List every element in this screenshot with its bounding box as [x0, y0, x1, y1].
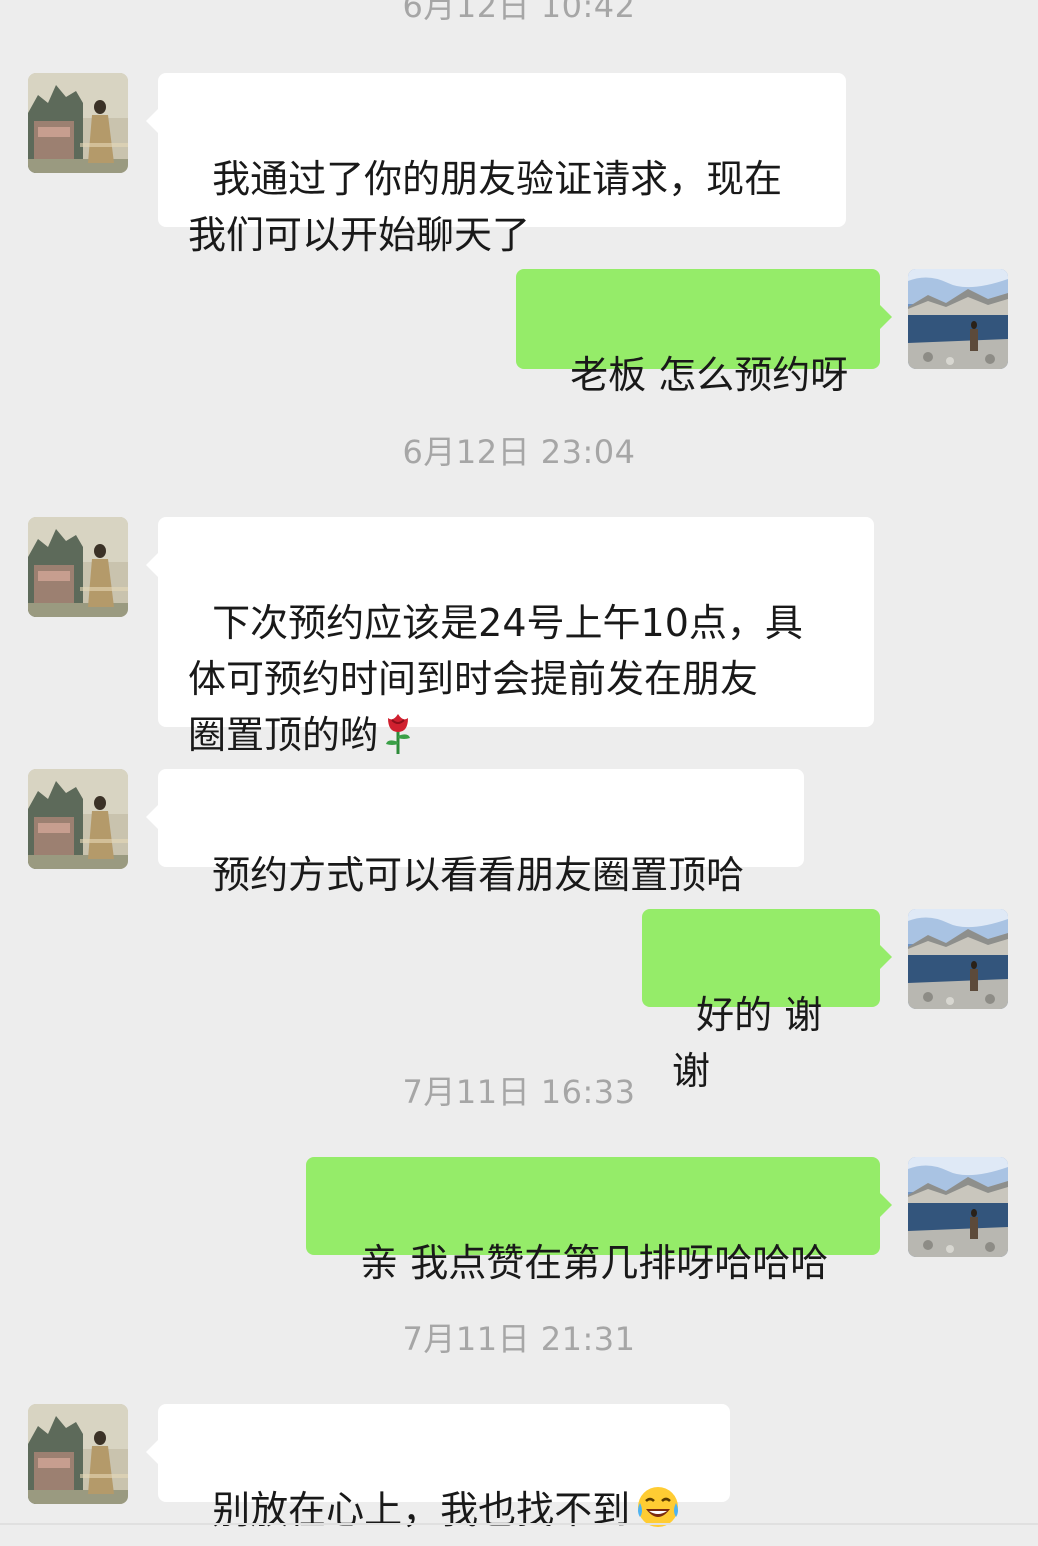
outgoing-message-bubble[interactable]: 亲 我点赞在第几排呀哈哈哈: [306, 1157, 892, 1285]
incoming-message-bubble[interactable]: 别放在心上，我也找不到: [146, 1404, 730, 1532]
laughing-tears-emoji: [634, 1483, 682, 1546]
outgoing-message-bubble[interactable]: 好的 谢谢: [642, 909, 892, 1093]
message-text: 别放在心上，我也找不到: [212, 1488, 631, 1532]
self-avatar[interactable]: [908, 1157, 1008, 1257]
message-text: 我通过了你的朋友验证请求，现在 我们可以开始聊天了: [188, 157, 783, 257]
message-text: 预约方式可以看看朋友圈置顶哈: [212, 853, 745, 897]
self-avatar-image: [908, 269, 1008, 369]
message-text: 亲 我点赞在第几排呀哈哈哈: [360, 1241, 829, 1285]
rose-emoji: [382, 712, 414, 771]
contact-avatar[interactable]: [28, 1404, 128, 1504]
contact-avatar-image: [28, 73, 128, 173]
timestamp: 6月12日 23:04: [402, 433, 636, 471]
message-text: 老板 怎么预约呀: [570, 353, 849, 397]
incoming-message-bubble[interactable]: 下次预约应该是24号上午10点，具 体可预约时间到时会提前发在朋友 圈置顶的哟: [146, 517, 874, 757]
self-avatar-image: [908, 909, 1008, 1009]
self-avatar[interactable]: [908, 269, 1008, 369]
self-avatar-image: [908, 1157, 1008, 1257]
timestamp: 6月12日 10:42: [402, 0, 636, 25]
contact-avatar-image: [28, 1404, 128, 1504]
incoming-message-bubble[interactable]: 我通过了你的朋友验证请求，现在 我们可以开始聊天了: [146, 73, 846, 257]
incoming-message-bubble[interactable]: 预约方式可以看看朋友圈置顶哈: [146, 769, 804, 897]
contact-avatar[interactable]: [28, 517, 128, 617]
self-avatar[interactable]: [908, 909, 1008, 1009]
message-text: 下次预约应该是24号上午10点，具 体可预约时间到时会提前发在朋友 圈置顶的哟: [188, 601, 803, 757]
outgoing-message-bubble[interactable]: 老板 怎么预约呀: [516, 269, 892, 397]
bottom-divider: [0, 1523, 1038, 1525]
timestamp: 7月11日 21:31: [402, 1320, 636, 1358]
timestamp: 7月11日 16:33: [402, 1073, 636, 1111]
contact-avatar-image: [28, 769, 128, 869]
contact-avatar-image: [28, 517, 128, 617]
contact-avatar[interactable]: [28, 769, 128, 869]
contact-avatar[interactable]: [28, 73, 128, 173]
